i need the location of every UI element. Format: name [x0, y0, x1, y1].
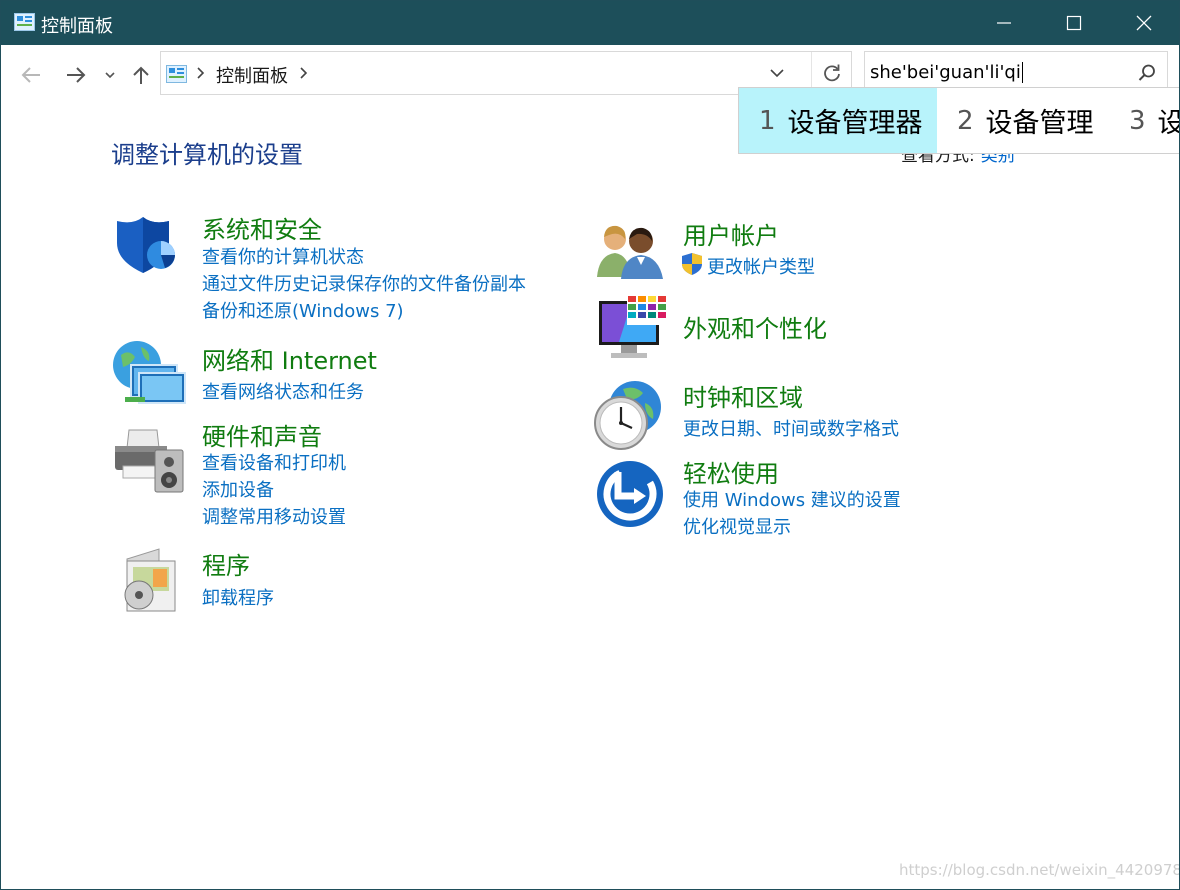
candidate-text: 设备管理器: [787, 108, 923, 139]
appearance-monitor-icon[interactable]: [597, 295, 667, 363]
category-programs[interactable]: 程序: [202, 546, 250, 581]
recent-locations-button[interactable]: [102, 63, 118, 87]
candidate-number: 1: [759, 105, 776, 136]
up-button[interactable]: [130, 63, 152, 87]
ime-candidate-2[interactable]: 2 设备管理: [957, 88, 1094, 153]
link-date-time-format[interactable]: 更改日期、时间或数字格式: [683, 415, 899, 441]
title-bar: 控制面板: [1, 1, 1179, 45]
category-network-internet[interactable]: 网络和 Internet: [202, 341, 377, 376]
candidate-number: 2: [957, 105, 974, 136]
ime-candidate-3[interactable]: 3 设: [1129, 88, 1179, 153]
chevron-right-icon[interactable]: [298, 61, 310, 85]
window-title: 控制面板: [41, 16, 113, 37]
link-change-account-type[interactable]: 更改帐户类型: [707, 253, 815, 279]
control-panel-window: 控制面板 控制面板 she'bei'guan'li'qi 1 设备管理器 2 设…: [0, 0, 1180, 890]
control-panel-icon: [14, 13, 35, 31]
link-network-status[interactable]: 查看网络状态和任务: [202, 378, 364, 404]
printer-speaker-icon[interactable]: [113, 426, 185, 494]
refresh-icon: [824, 64, 840, 82]
back-arrow-icon: [21, 67, 40, 83]
category-system-security[interactable]: 系统和安全: [202, 210, 322, 245]
clock-globe-icon[interactable]: [593, 379, 665, 451]
minimize-icon: [997, 22, 1011, 24]
chevron-down-icon: [105, 72, 115, 79]
link-optimize-display[interactable]: 优化视觉显示: [683, 513, 791, 539]
up-arrow-icon: [133, 66, 149, 84]
link-backup-restore[interactable]: 备份和还原(Windows 7): [202, 297, 404, 323]
back-button[interactable]: [19, 63, 43, 87]
search-input[interactable]: she'bei'guan'li'qi: [870, 62, 1023, 83]
maximize-button[interactable]: [1039, 1, 1109, 45]
category-hardware-sound[interactable]: 硬件和声音: [202, 417, 322, 452]
minimize-button[interactable]: [969, 1, 1039, 45]
page-title: 调整计算机的设置: [111, 141, 303, 169]
breadcrumb[interactable]: 控制面板: [216, 62, 288, 88]
search-icon[interactable]: [1137, 63, 1157, 83]
uac-shield-icon: [682, 253, 702, 275]
shield-icon[interactable]: [113, 215, 179, 275]
forward-arrow-icon: [67, 67, 86, 83]
link-mobility-settings[interactable]: 调整常用移动设置: [202, 503, 346, 529]
watermark: https://blog.csdn.net/weixin_44209785: [899, 861, 1180, 879]
candidate-number: 3: [1129, 105, 1146, 136]
control-panel-icon: [166, 65, 187, 83]
link-uninstall-program[interactable]: 卸载程序: [202, 584, 274, 610]
category-user-accounts[interactable]: 用户帐户: [683, 216, 779, 251]
maximize-icon: [1066, 15, 1082, 31]
category-appearance[interactable]: 外观和个性化: [683, 309, 827, 344]
category-ease-of-access[interactable]: 轻松使用: [683, 454, 779, 489]
link-view-computer-status[interactable]: 查看你的计算机状态: [202, 243, 364, 269]
link-file-history-backup[interactable]: 通过文件历史记录保存你的文件备份副本: [202, 270, 526, 296]
close-button[interactable]: [1109, 1, 1179, 45]
candidate-text: 设备管理: [985, 108, 1094, 139]
ime-candidate-window: 1 设备管理器 2 设备管理 3 设: [738, 87, 1179, 154]
chevron-right-icon[interactable]: [195, 61, 207, 85]
forward-button[interactable]: [64, 63, 88, 87]
candidate-text: 设: [1158, 101, 1179, 140]
network-globe-icon[interactable]: [111, 339, 187, 411]
ease-of-access-icon[interactable]: [596, 460, 664, 528]
users-icon[interactable]: [597, 221, 665, 279]
ime-candidate-1[interactable]: 1 设备管理器: [739, 88, 937, 153]
programs-icon[interactable]: [119, 547, 179, 615]
link-add-device[interactable]: 添加设备: [202, 476, 274, 502]
link-devices-printers[interactable]: 查看设备和打印机: [202, 449, 346, 475]
link-recommended-settings[interactable]: 使用 Windows 建议的设置: [683, 486, 901, 512]
address-dropdown-icon[interactable]: [767, 64, 787, 82]
close-icon: [1136, 15, 1152, 31]
category-clock-region[interactable]: 时钟和区域: [683, 378, 803, 413]
